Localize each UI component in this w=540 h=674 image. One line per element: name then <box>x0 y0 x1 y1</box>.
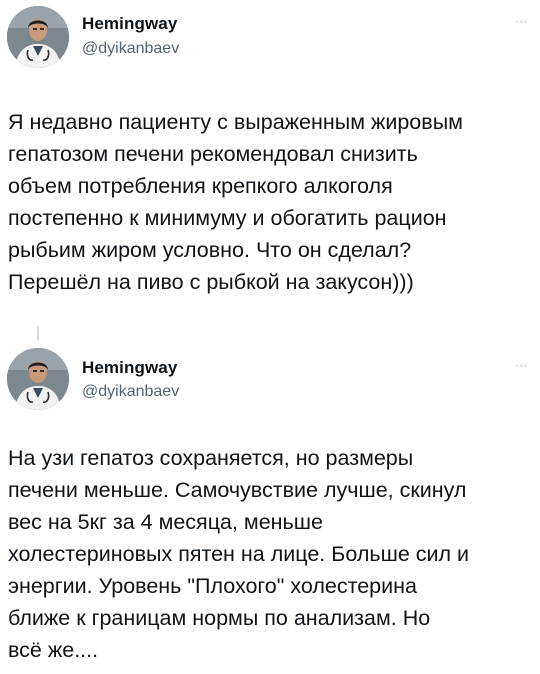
doctor-portrait-icon <box>7 348 69 410</box>
avatar[interactable] <box>7 348 69 410</box>
more-options-icon[interactable]: ··· <box>515 14 529 28</box>
tweet-text: На узи гепатоз сохраняется, но размеры п… <box>8 446 470 662</box>
author-handle[interactable]: @dyikanbaev <box>82 383 179 401</box>
more-options-icon[interactable]: ··· <box>515 358 529 372</box>
tweet-text: Я недавно пациенту с выраженным жировым … <box>8 110 463 294</box>
doctor-portrait-icon <box>7 6 69 68</box>
avatar[interactable] <box>7 6 69 68</box>
thread-connector <box>37 326 39 340</box>
author-handle[interactable]: @dyikanbaev <box>82 40 179 58</box>
author-name[interactable]: Hemingway <box>82 358 177 378</box>
author-name[interactable]: Hemingway <box>82 14 177 34</box>
